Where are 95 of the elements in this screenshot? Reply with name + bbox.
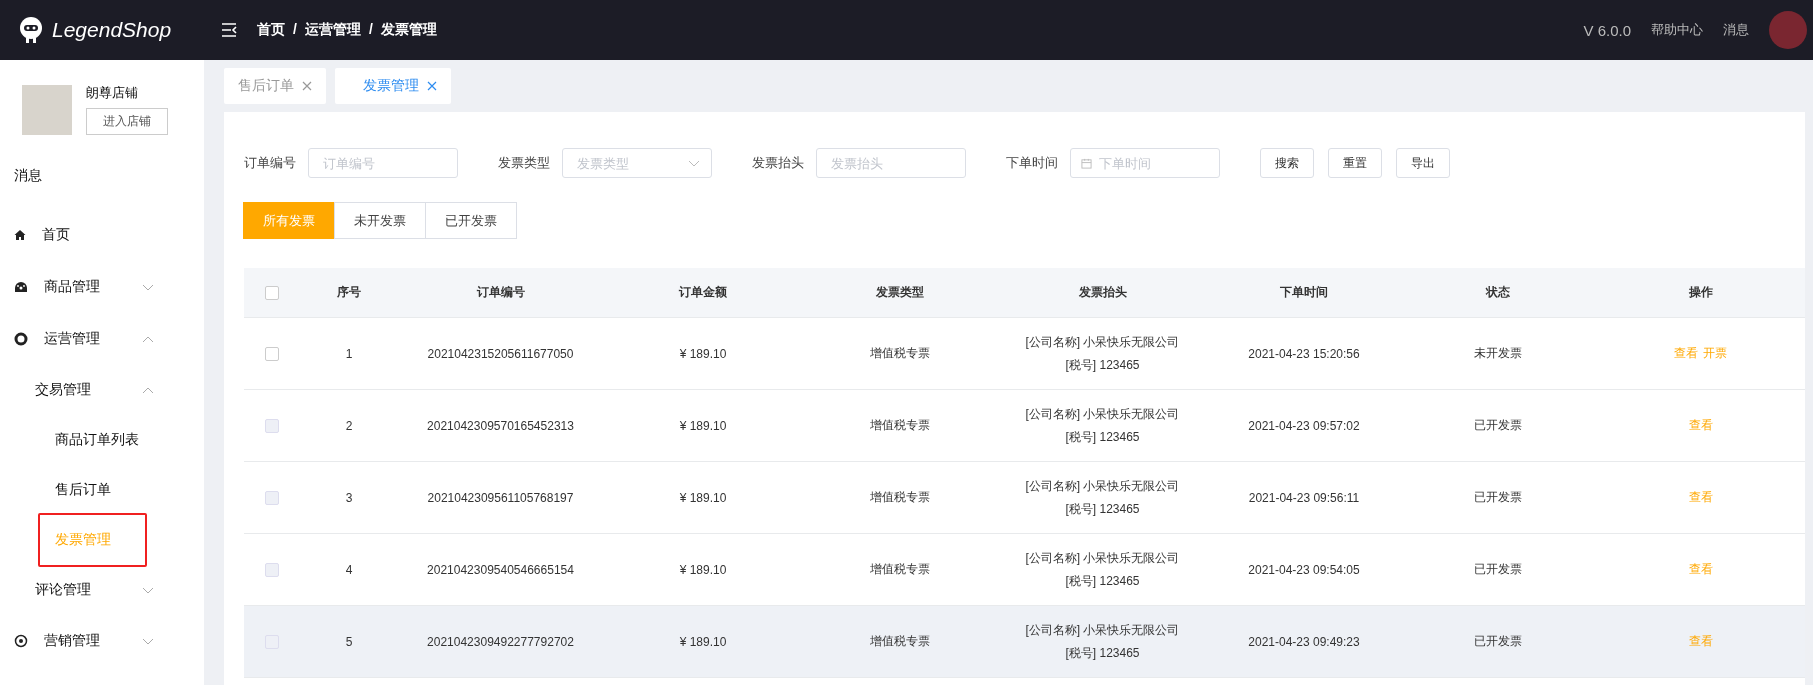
table-cell: 2021-04-23 09:49:23	[1248, 634, 1360, 649]
version-label: V 6.0.0	[1583, 21, 1631, 39]
table-cell: ¥ 189.10	[679, 634, 727, 649]
table-cell: 未开发票	[1473, 345, 1522, 362]
target-icon	[14, 634, 28, 648]
table-cell: 2021042315205611677050	[427, 346, 574, 361]
table-cell: 2021-04-23 09:57:02	[1248, 418, 1360, 433]
column-header: 状态	[1485, 284, 1510, 301]
table-cell: ¥ 189.10	[679, 490, 727, 505]
table-cell: [税号] 123465	[1065, 428, 1140, 446]
breadcrumb-item[interactable]: 运营管理	[304, 21, 361, 39]
menu-item[interactable]: 运营管理	[44, 330, 142, 348]
status-tab[interactable]: 未开发票	[334, 202, 426, 239]
breadcrumb-separator: /	[293, 21, 297, 39]
column-header: 发票抬头	[1078, 284, 1127, 301]
table-cell: 2021-04-23 09:54:05	[1248, 562, 1360, 577]
table-cell: [公司名称] 小呆快乐无限公司	[1025, 549, 1180, 567]
enter-shop-button[interactable]: 进入店铺	[86, 108, 168, 135]
column-header: 下单时间	[1280, 284, 1328, 301]
filter-field[interactable]: 发票类型	[562, 148, 712, 178]
filter-label: 发票抬头	[752, 154, 804, 172]
filter-label: 发票类型	[498, 154, 550, 172]
table-cell: 增值税专票	[870, 633, 930, 650]
column-header: 序号	[337, 284, 361, 301]
table-cell: 已开发票	[1473, 561, 1522, 578]
table-cell: 2021042309540546665154	[427, 562, 574, 577]
table-cell: 2021-04-23 09:56:11	[1248, 490, 1360, 505]
shop-name: 朗尊店铺	[86, 84, 138, 102]
home-icon	[14, 229, 26, 241]
menu-item[interactable]: 营销管理	[44, 632, 142, 650]
table-cell: 5	[345, 634, 353, 649]
table-cell: 增值税专票	[870, 417, 930, 434]
submenu-item[interactable]: 商品订单列表	[38, 417, 156, 463]
page-tab[interactable]: 发票管理	[335, 68, 451, 104]
action-button[interactable]: 重置	[1328, 148, 1382, 178]
table-cell: 3	[345, 490, 353, 505]
status-tab[interactable]: 已开发票	[425, 202, 517, 239]
table-cell: 已开发票	[1473, 633, 1522, 650]
column-header: 订单金额	[679, 284, 727, 301]
column-header: 发票类型	[876, 284, 924, 301]
table-cell: 增值税专票	[870, 489, 930, 506]
table-cell: 2021042309492277792702	[427, 634, 574, 649]
column-header: 操作	[1688, 284, 1713, 301]
table-cell: 已开发票	[1473, 417, 1522, 434]
caret-icon	[688, 160, 700, 167]
table-cell: 2021042309561105768197	[427, 490, 574, 505]
menu-item[interactable]: 首页	[42, 226, 154, 244]
table-cell: [税号] 123465	[1065, 500, 1140, 518]
table-cell: [公司名称] 小呆快乐无限公司	[1025, 621, 1180, 639]
table-cell: ¥ 189.10	[679, 418, 727, 433]
submenu-item[interactable]: 交易管理	[35, 381, 142, 399]
table-cell: 2	[345, 418, 353, 433]
menu-item[interactable]: 商品管理	[44, 278, 142, 296]
shop-photo-placeholder	[22, 84, 72, 135]
table-cell: 2021-04-23 15:20:56	[1248, 346, 1360, 361]
table-cell: [税号] 123465	[1065, 356, 1140, 374]
table-cell: 1	[345, 346, 353, 361]
user-avatar[interactable]	[1769, 11, 1807, 49]
filter-label: 订单编号	[244, 154, 296, 172]
row-checkbox[interactable]	[264, 346, 279, 361]
table-cell: ¥ 189.10	[679, 346, 727, 361]
select-all-checkbox[interactable]	[264, 285, 279, 300]
breadcrumb-separator: /	[368, 21, 373, 39]
filter-field[interactable]: 订单编号	[308, 148, 458, 178]
header-link[interactable]: 消息	[1723, 21, 1749, 39]
dashboard-icon	[14, 281, 28, 293]
header-link[interactable]: 帮助中心	[1651, 21, 1703, 39]
table-cell: [公司名称] 小呆快乐无限公司	[1025, 333, 1180, 351]
lifebuoy-icon	[14, 332, 28, 346]
breadcrumb-item[interactable]: 发票管理	[380, 21, 437, 39]
menu-fold-icon[interactable]	[221, 23, 237, 37]
filter-field[interactable]: 发票抬头	[816, 148, 966, 178]
close-icon[interactable]	[302, 81, 312, 91]
filter-field[interactable]: 下单时间	[1070, 148, 1220, 178]
table-cell: [公司名称] 小呆快乐无限公司	[1025, 477, 1180, 495]
breadcrumb-item[interactable]: 首页	[257, 21, 285, 39]
filter-label: 下单时间	[1006, 154, 1058, 172]
table-cell: [税号] 123465	[1065, 644, 1140, 662]
table-cell: 增值税专票	[870, 345, 930, 362]
messages-menu-item[interactable]: 消息	[0, 135, 204, 209]
table-cell: 2021042309570165452313	[427, 418, 574, 433]
logo-text: LegendShop	[52, 18, 172, 42]
table-cell: 已开发票	[1473, 489, 1522, 506]
table-cell: ¥ 189.10	[679, 562, 727, 577]
calendar-icon	[1081, 158, 1092, 169]
column-header: 订单编号	[476, 284, 525, 301]
action-button[interactable]: 搜索	[1260, 148, 1314, 178]
table-cell: 增值税专票	[870, 561, 930, 578]
table-cell: 4	[345, 562, 353, 577]
action-button[interactable]: 导出	[1396, 148, 1450, 178]
table-cell: [公司名称] 小呆快乐无限公司	[1025, 405, 1180, 423]
submenu-item[interactable]: 评论管理	[35, 581, 142, 599]
close-icon[interactable]	[427, 81, 437, 91]
table-cell: [税号] 123465	[1065, 572, 1140, 590]
submenu-item[interactable]: 售后订单	[38, 467, 128, 513]
